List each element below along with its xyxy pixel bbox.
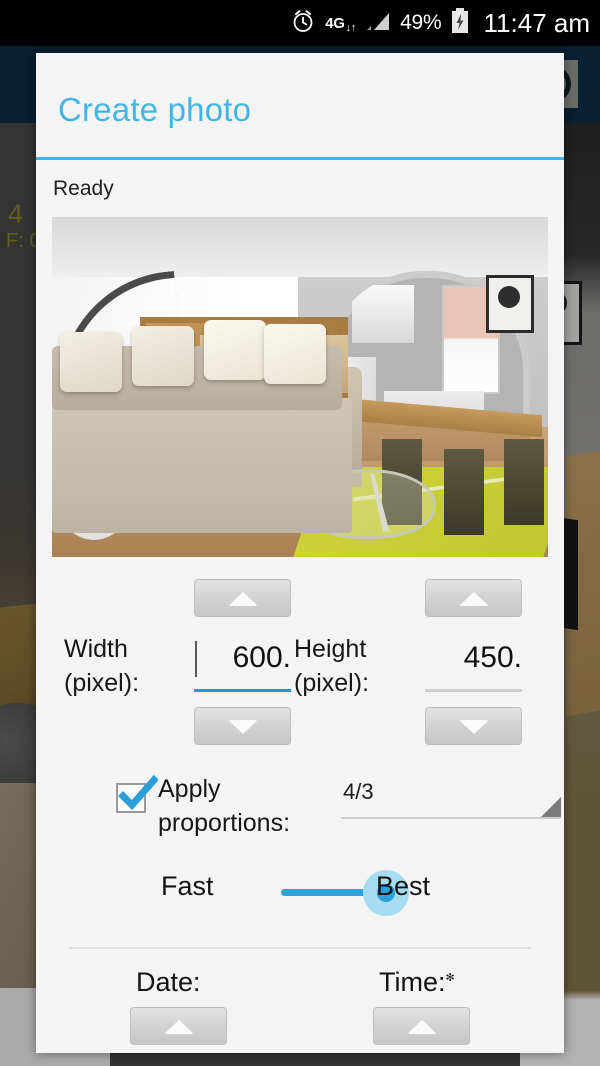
time-superscript-icon: ✻ [445,972,455,984]
time-increase-button[interactable] [373,1007,470,1045]
preview-wall-picture [486,275,534,333]
height-input-underline [425,689,522,692]
width-label: Width (pixel): [64,635,140,697]
quality-slider-row: Fast Best [36,859,564,931]
width-increase-button[interactable] [194,579,291,617]
triangle-down-icon [228,719,257,733]
status-bar: 4G ↓↑ 49% 11:47 am [0,0,600,46]
data-arrows-icon: ↓↑ [345,21,357,34]
datetime-row: Date: Time:✻ [36,967,564,1053]
alarm-clock-icon [290,8,316,39]
quality-min-label: Fast [161,871,214,901]
status-icons: 4G ↓↑ 49% 11:47 am [290,7,590,39]
time-label: Time:✻ [379,967,455,997]
height-label: Height (pixel): [294,635,370,697]
proportions-row: Apply proportions: 4/3 [36,775,564,859]
ratio-spinner[interactable]: 4/3 [341,779,561,819]
clock-label: 11:47 am [483,7,590,38]
photo-preview[interactable] [52,217,548,557]
triangle-up-icon [407,1019,436,1033]
width-input-underline [194,689,291,692]
date-increase-button[interactable] [130,1007,227,1045]
triangle-up-icon [164,1019,193,1033]
battery-percent-label: 49% [400,11,442,34]
size-controls: Width (pixel): Height (pixel): 600. 450. [36,579,564,769]
signal-bars-icon [365,10,391,37]
network-type-icon: 4G ↓↑ [325,14,357,34]
room-render-preview [52,217,548,557]
battery-charging-icon [451,7,469,39]
spinner-triangle-icon [541,797,561,817]
section-divider [69,947,531,949]
status-label: Ready [53,177,114,200]
ratio-value: 4/3 [343,779,374,804]
height-decrease-button[interactable] [425,707,522,745]
background-overlay-value: 4 [8,199,24,229]
dialog-title: Create photo [58,91,252,128]
date-label: Date: [136,967,201,997]
triangle-up-icon [459,591,488,605]
network-label: 4G [325,14,345,32]
phone-screen: 4G ↓↑ 49% 11:47 am 4 F: 0 Create photo R… [0,0,600,1066]
width-decrease-button[interactable] [194,707,291,745]
create-photo-dialog: Create photo Ready Width (pixel): Height… [36,53,564,1053]
checkmark-icon [118,775,158,811]
triangle-down-icon [459,719,488,733]
height-input[interactable]: 450. [425,641,522,678]
quality-max-label: Best [376,871,431,901]
height-increase-button[interactable] [425,579,522,617]
triangle-up-icon [228,591,257,605]
width-input[interactable]: 600. [194,641,291,678]
ratio-underline [341,817,561,819]
apply-proportions-label: Apply proportions: [158,775,291,837]
dialog-header: Create photo [36,53,564,160]
